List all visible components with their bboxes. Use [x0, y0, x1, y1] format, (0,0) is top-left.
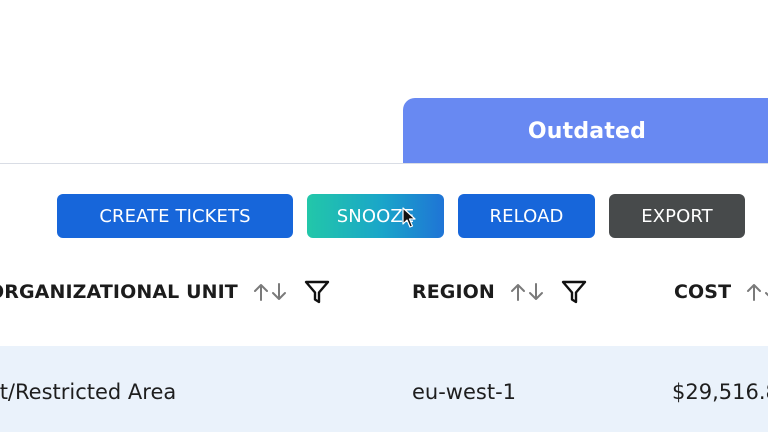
create-tickets-button[interactable]: CREATE TICKETS [57, 194, 293, 238]
tab-outdated[interactable]: Outdated [403, 98, 768, 164]
column-header-label: COST [674, 281, 732, 303]
filter-icon[interactable] [304, 279, 330, 305]
report-view: Outdated CREATE TICKETS SNOOZE RELOAD EX… [0, 0, 768, 432]
column-header-cost[interactable]: COST [674, 276, 768, 308]
tab-outdated-label: Outdated [527, 118, 647, 144]
table-row[interactable]: oot/Restricted Area eu-west-1 $29,516.8 [0, 346, 768, 432]
snooze-button[interactable]: SNOOZE [307, 194, 444, 238]
column-header-label: ORGANIZATIONAL UNIT [0, 281, 238, 303]
filter-icon[interactable] [561, 279, 587, 305]
column-header-organizational-unit[interactable]: ORGANIZATIONAL UNIT [0, 276, 330, 308]
tab-divider [0, 163, 768, 164]
sort-arrows-icon[interactable] [745, 281, 768, 303]
sort-arrows-icon[interactable] [252, 281, 288, 303]
mouse-cursor-icon [402, 207, 416, 228]
column-header-label: REGION [412, 281, 495, 303]
cell-region: eu-west-1 [412, 380, 517, 404]
export-button[interactable]: EXPORT [609, 194, 745, 238]
cell-organizational-unit: oot/Restricted Area [0, 380, 177, 404]
column-header-region[interactable]: REGION [412, 276, 587, 308]
sort-arrows-icon[interactable] [509, 281, 545, 303]
cell-cost: $29,516.8 [672, 380, 768, 404]
reload-button[interactable]: RELOAD [458, 194, 595, 238]
